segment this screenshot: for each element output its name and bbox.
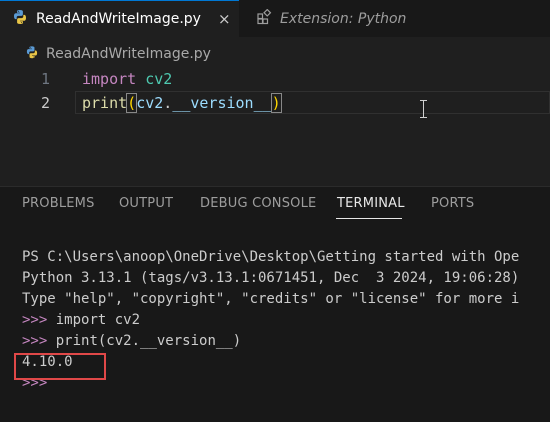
code-text: import cv2 — [82, 70, 172, 88]
tab-label: ReadAndWriteImage.py — [36, 11, 201, 27]
active-tab-indicator — [336, 218, 402, 219]
open-paren: ( — [126, 93, 138, 113]
close-icon[interactable]: × — [218, 11, 231, 27]
close-paren: ) — [270, 93, 282, 113]
tab-readandwriteimage[interactable]: ReadAndWriteImage.py × — [0, 0, 239, 37]
text-cursor-icon — [419, 100, 429, 118]
terminal-line: Type "help", "copyright", "credits" or "… — [22, 291, 520, 307]
panel-tab-bar: PROBLEMS OUTPUT DEBUG CONSOLE TERMINAL P… — [0, 187, 550, 223]
tab-problems[interactable]: PROBLEMS — [22, 196, 95, 211]
repl-prompt: >>> — [22, 312, 48, 328]
repl-command: print(cv2.__version__) — [47, 333, 242, 349]
repl-prompt: >>> — [22, 333, 48, 349]
breadcrumb-file[interactable]: ReadAndWriteImage.py — [46, 46, 211, 62]
code-line[interactable]: 1 import cv2 — [0, 67, 550, 91]
extensions-icon — [256, 8, 272, 29]
module-name: cv2 — [145, 70, 173, 88]
breadcrumb[interactable]: ReadAndWriteImage.py — [0, 43, 211, 65]
terminal-line: >>> print(cv2.__version__) — [22, 331, 550, 352]
code-text: print(cv2.__version__) — [82, 93, 282, 113]
function-print: print — [82, 94, 128, 112]
result-highlight-box — [14, 353, 106, 380]
tab-extension-python[interactable]: Extension: Python — [240, 0, 550, 37]
code-editor[interactable]: 1 import cv2 2 print(cv2.__version__) — [0, 66, 550, 186]
attribute-version: __version__ — [172, 94, 272, 112]
line-number: 1 — [40, 70, 50, 88]
tab-debug-console[interactable]: DEBUG CONSOLE — [200, 196, 316, 211]
bottom-panel: PROBLEMS OUTPUT DEBUG CONSOLE TERMINAL P… — [0, 186, 550, 422]
terminal-output[interactable]: PS C:\Users\anoop\OneDrive\Desktop\Getti… — [14, 247, 550, 394]
object-cv2: cv2 — [136, 94, 164, 112]
terminal-line: >>> import cv2 — [22, 310, 550, 331]
python-icon — [25, 46, 39, 63]
dot: . — [163, 94, 173, 112]
code-line[interactable]: 2 print(cv2.__version__) — [0, 91, 550, 115]
editor-tab-bar: ReadAndWriteImage.py × Extension: Python — [0, 0, 550, 37]
tab-label: Extension: Python — [280, 10, 407, 27]
terminal-line: PS C:\Users\anoop\OneDrive\Desktop\Getti… — [22, 249, 520, 265]
terminal-line: Python 3.13.1 (tags/v3.13.1:0671451, Dec… — [22, 270, 520, 286]
tab-ports[interactable]: PORTS — [431, 196, 474, 211]
keyword-import: import — [82, 70, 137, 88]
tab-terminal[interactable]: TERMINAL — [337, 196, 405, 211]
python-icon — [12, 9, 28, 29]
tab-output[interactable]: OUTPUT — [119, 196, 173, 211]
line-number: 2 — [40, 94, 50, 112]
repl-command: import cv2 — [47, 312, 141, 328]
